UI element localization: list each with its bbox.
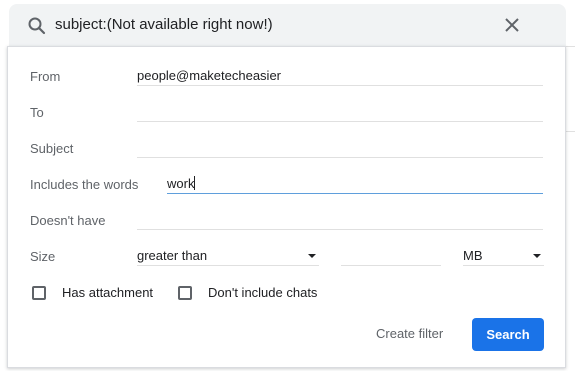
dropdown-arrow-icon bbox=[308, 254, 316, 258]
search-query-text[interactable]: subject:(Not available right now!) bbox=[55, 16, 273, 33]
from-field[interactable]: people@maketecheasier bbox=[137, 66, 543, 86]
has-attachment-checkbox[interactable] bbox=[32, 286, 46, 300]
text-cursor bbox=[194, 176, 196, 190]
to-label: To bbox=[30, 105, 44, 120]
includes-words-field[interactable]: work bbox=[167, 174, 543, 194]
dont-include-chats-label[interactable]: Don't include chats bbox=[208, 285, 317, 300]
close-icon[interactable] bbox=[505, 18, 519, 32]
size-unit-select[interactable]: MB bbox=[463, 246, 544, 266]
includes-words-value: work bbox=[167, 176, 195, 191]
size-comparator-select[interactable]: greater than bbox=[137, 246, 319, 266]
subject-label: Subject bbox=[30, 141, 74, 156]
doesnt-have-label: Doesn't have bbox=[30, 213, 106, 228]
dont-include-chats-checkbox[interactable] bbox=[178, 286, 192, 300]
search-button[interactable]: Search bbox=[472, 318, 544, 351]
dropdown-arrow-icon bbox=[533, 254, 541, 258]
create-filter-button[interactable]: Create filter bbox=[376, 326, 443, 341]
to-field[interactable] bbox=[137, 102, 543, 122]
includes-words-label: Includes the words bbox=[30, 177, 139, 192]
has-attachment-label[interactable]: Has attachment bbox=[62, 285, 153, 300]
doesnt-have-field[interactable] bbox=[137, 210, 543, 230]
background-divider bbox=[566, 46, 575, 132]
from-label: From bbox=[30, 69, 61, 84]
search-icon[interactable] bbox=[27, 16, 47, 36]
size-value-field[interactable] bbox=[341, 246, 441, 266]
subject-field[interactable] bbox=[137, 138, 543, 158]
size-unit-value: MB bbox=[463, 248, 483, 263]
search-bar[interactable]: subject:(Not available right now!) bbox=[9, 4, 566, 46]
size-label: Size bbox=[30, 249, 56, 264]
size-comparator-value: greater than bbox=[137, 248, 208, 263]
